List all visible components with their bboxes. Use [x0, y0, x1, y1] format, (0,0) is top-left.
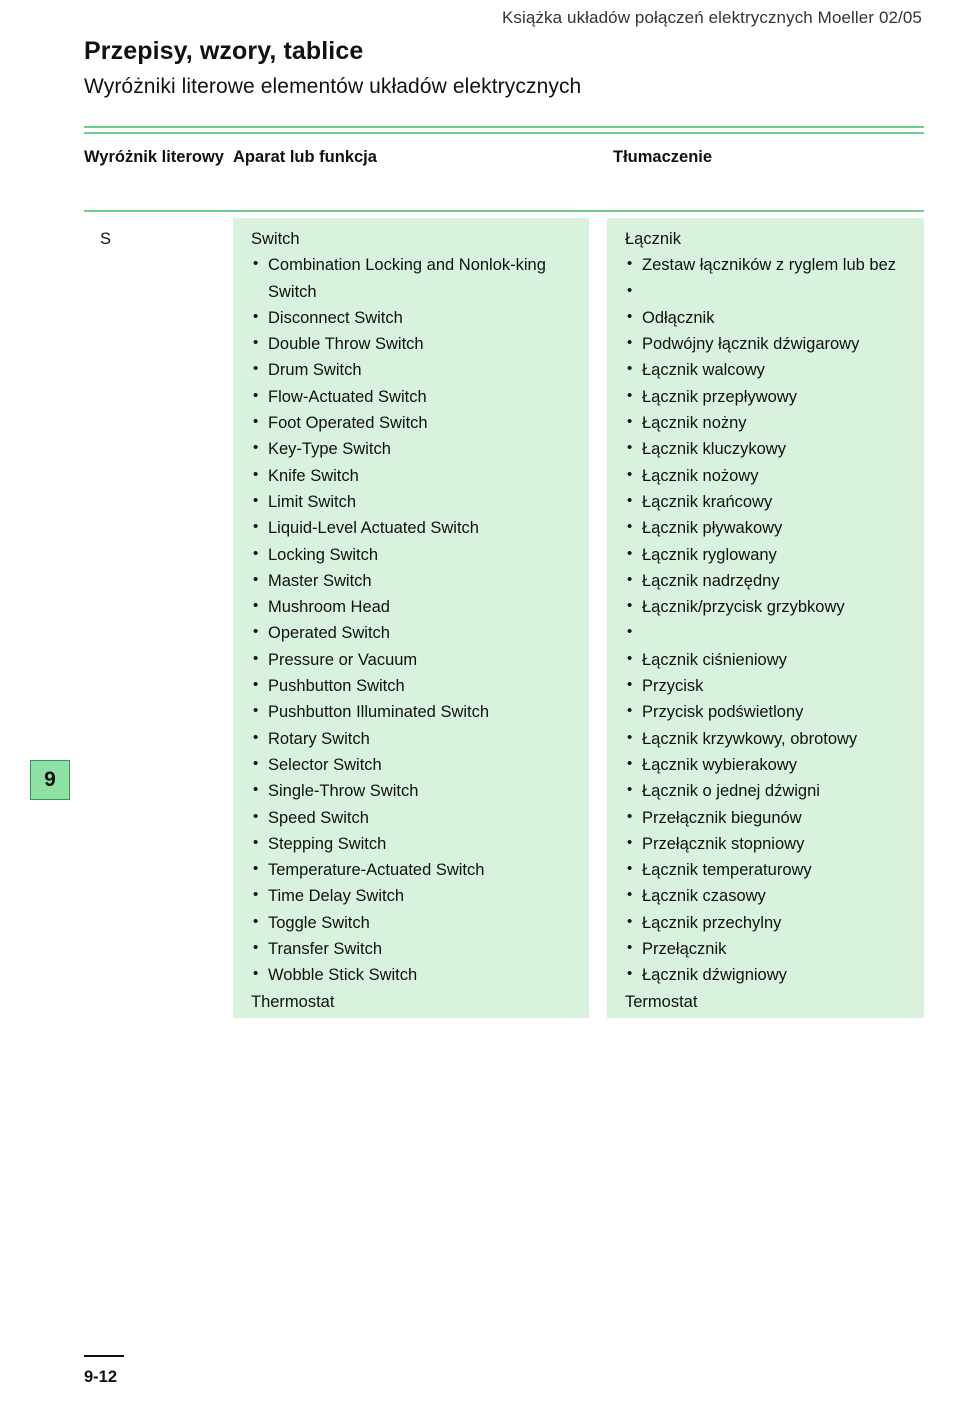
list-item: Master Switch — [251, 567, 581, 594]
translation-list: Zestaw łączników z ryglem lub bez Odłącz… — [625, 251, 925, 988]
list-item: Flow-Actuated Switch — [251, 383, 581, 410]
list-item: Przełącznik biegunów — [625, 804, 925, 831]
column-header-letter: Wyróżnik literowy — [84, 148, 224, 166]
list-item: Łącznik wybierakowy — [625, 751, 925, 778]
document-page: Książka układów połączeń elektrycznych M… — [0, 0, 960, 1412]
list-item: Disconnect Switch — [251, 304, 581, 331]
list-item: Locking Switch — [251, 541, 581, 568]
running-head: Książka układów połączeń elektrycznych M… — [501, 8, 922, 27]
column-header-device: Aparat lub funkcja — [233, 148, 377, 166]
page-title: Przepisy, wzory, tablice — [84, 37, 364, 65]
device-column: Switch Combination Locking and Nonlok-ki… — [251, 226, 581, 1015]
header-rule-bottom — [84, 132, 924, 134]
letter-value: S — [100, 230, 112, 248]
list-item: Łącznik o jednej dźwigni — [625, 777, 925, 804]
header-rule-top — [84, 126, 924, 128]
list-spacer — [625, 278, 925, 305]
list-spacer — [625, 619, 925, 646]
list-item: Przycisk — [625, 672, 925, 699]
list-item: Knife Switch — [251, 462, 581, 489]
list-item: Łącznik walcowy — [625, 356, 925, 383]
list-item: Drum Switch — [251, 356, 581, 383]
list-item: Łącznik dźwigniowy — [625, 961, 925, 988]
list-item: Key-Type Switch — [251, 435, 581, 462]
footer-rule — [84, 1355, 124, 1357]
list-item: Łącznik przechylny — [625, 909, 925, 936]
list-item: Łącznik/przycisk grzybkowy — [625, 593, 925, 620]
chapter-tab: 9 — [30, 760, 70, 800]
list-item: Transfer Switch — [251, 935, 581, 962]
list-item: Łącznik nożny — [625, 409, 925, 436]
list-item: Temperature-Actuated Switch — [251, 856, 581, 883]
list-item: Foot Operated Switch — [251, 409, 581, 436]
list-item: Pressure or Vacuum — [251, 646, 581, 673]
list-item: Selector Switch — [251, 751, 581, 778]
list-item: Przełącznik stopniowy — [625, 830, 925, 857]
list-item: Time Delay Switch — [251, 882, 581, 909]
list-item: Przełącznik — [625, 935, 925, 962]
list-item: Speed Switch — [251, 804, 581, 831]
list-item: Łącznik przepływowy — [625, 383, 925, 410]
list-item: Single-Throw Switch — [251, 777, 581, 804]
list-item: Podwójny łącznik dźwigarowy — [625, 330, 925, 357]
translation-tail: Termostat — [625, 992, 698, 1011]
list-item: Rotary Switch — [251, 725, 581, 752]
list-item: Łącznik pływakowy — [625, 514, 925, 541]
list-item: Łącznik krzywkowy, obrotowy — [625, 725, 925, 752]
list-item: Wobble Stick Switch — [251, 961, 581, 988]
letter-column: S — [100, 226, 220, 252]
chapter-tab-number: 9 — [44, 768, 56, 791]
list-item: Łącznik temperaturowy — [625, 856, 925, 883]
list-item: Limit Switch — [251, 488, 581, 515]
list-item: Łącznik krańcowy — [625, 488, 925, 515]
list-item: Łącznik kluczykowy — [625, 435, 925, 462]
list-item: Łącznik ryglowany — [625, 541, 925, 568]
list-item: Double Throw Switch — [251, 330, 581, 357]
list-item: Zestaw łączników z ryglem lub bez — [625, 251, 925, 278]
column-header-translation: Tłumaczenie — [613, 148, 713, 166]
table-header-rule — [84, 210, 924, 212]
list-item: Mushroom Head — [251, 593, 581, 620]
device-tail: Thermostat — [251, 992, 335, 1011]
list-item: Łącznik ciśnieniowy — [625, 646, 925, 673]
list-item: Stepping Switch — [251, 830, 581, 857]
list-item: Combination Locking and Nonlok-king Swit… — [251, 251, 581, 305]
list-item: Operated Switch — [251, 619, 581, 646]
list-item: Pushbutton Illuminated Switch — [251, 698, 581, 725]
title-block: Przepisy, wzory, tablice Wyróżniki liter… — [84, 36, 924, 101]
device-list: Combination Locking and Nonlok-king Swit… — [251, 251, 581, 988]
translation-lead: Łącznik — [625, 230, 681, 248]
list-item: Pushbutton Switch — [251, 672, 581, 699]
list-item: Liquid-Level Actuated Switch — [251, 514, 581, 541]
list-item: Łącznik nożowy — [625, 462, 925, 489]
footer-page-number: 9-12 — [84, 1368, 118, 1386]
translation-column: Łącznik Zestaw łączników z ryglem lub be… — [625, 226, 925, 1015]
list-item: Łącznik czasowy — [625, 882, 925, 909]
list-item: Toggle Switch — [251, 909, 581, 936]
list-item: Łącznik nadrzędny — [625, 567, 925, 594]
page-subtitle: Wyróżniki literowe elementów układów ele… — [84, 75, 582, 99]
list-item: Przycisk podświetlony — [625, 698, 925, 725]
list-item: Odłącznik — [625, 304, 925, 331]
device-lead: Switch — [251, 230, 300, 248]
